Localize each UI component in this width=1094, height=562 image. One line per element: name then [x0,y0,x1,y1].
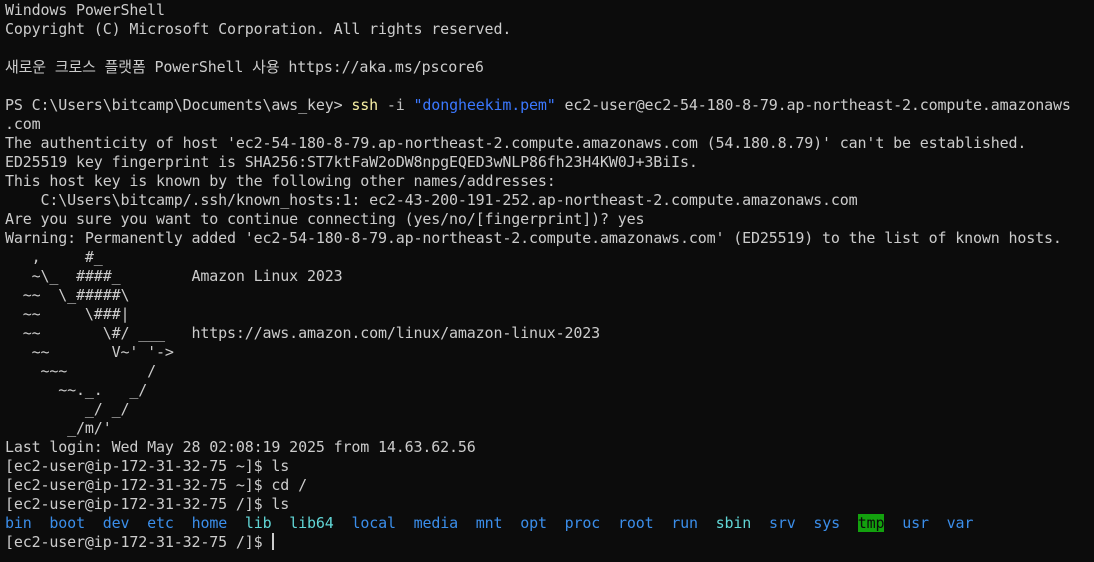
ls-entry-opt: opt [520,514,547,532]
ls-output-line: bin boot dev etc home lib lib64 local me… [5,514,1094,533]
ls-entry-lib: lib [244,514,272,532]
ls-entry-srv: srv [768,514,796,532]
ls-separator [502,514,520,532]
terminal-line-pscore-notice: 새로운 크로스 플랫폼 PowerShell 사용 https://aka.ms… [5,58,484,76]
ascii-art-line: ~~ \###| [5,305,130,323]
terminal-line-ls-root: [ec2-user@ip-172-31-32-75 /]$ ls [5,495,290,513]
ls-entry-local: local [351,514,396,532]
ls-separator [334,514,352,532]
ls-separator [929,514,947,532]
ls-separator [227,514,245,532]
ascii-art-line: ~~~ / [5,362,157,380]
ls-separator [840,514,858,532]
ls-entry-lib64: lib64 [289,514,334,532]
ascii-art-line: _/ _/ [5,400,130,418]
ascii-art-line: , #_ [5,248,103,266]
bash-prompt: [ec2-user@ip-172-31-32-75 /]$ [5,533,272,551]
terminal-line-known-names: This host key is known by the following … [5,172,556,190]
ls-entry-run: run [671,514,698,532]
ls-entry-sys: sys [813,514,841,532]
ascii-art-line: ~~._. _/ [5,381,148,399]
ascii-art-line: ~~ V~' '-> [5,343,174,361]
terminal-line-cd-root: [ec2-user@ip-172-31-32-75 ~]$ cd / [5,476,307,494]
ssh-target: ec2-user@ec2-54-180-8-79.ap-northeast-2.… [555,96,1071,114]
ascii-art-line: ~\_ ####_ Amazon Linux 2023 [5,267,343,285]
ls-separator [751,514,769,532]
terminal-line-ssh-command: PS C:\Users\bitcamp\Documents\aws_key> s… [5,96,1094,115]
terminal-line-current-prompt[interactable]: [ec2-user@ip-172-31-32-75 /]$ [5,533,1094,552]
terminal-window[interactable]: Windows PowerShell Copyright (C) Microso… [0,0,1094,562]
ssh-key-file: "dongheekim.pem" [413,96,556,114]
terminal-line-known-hosts: C:\Users\bitcamp/.ssh/known_hosts:1: ec2… [5,191,858,209]
ls-separator [547,514,565,532]
ls-entry-usr: usr [902,514,929,532]
ascii-art-line: ~~ \#/ ___ https://aws.amazon.com/linux/… [5,324,601,342]
ssh-command: ssh [351,96,379,114]
terminal-line-title: Windows PowerShell [5,1,165,19]
terminal-line-fingerprint: ED25519 key fingerprint is SHA256:ST7ktF… [5,153,698,171]
ls-entry-bin: bin [5,514,32,532]
ascii-art-line: _/m/' [5,419,112,437]
ls-entry-proc: proc [564,514,601,532]
ls-entry-root: root [617,514,654,532]
ls-separator [272,514,290,532]
terminal-line-authenticity: The authenticity of host 'ec2-54-180-8-7… [5,134,1027,152]
ascii-art-line: ~~ \_#####\ [5,286,130,304]
ls-separator [129,514,147,532]
ls-separator [653,514,671,532]
text-cursor [272,533,275,550]
ls-separator [396,514,414,532]
ls-separator [884,514,902,532]
terminal-line-ssh-command-wrap: .com [5,115,41,133]
ls-separator [174,514,192,532]
ls-entry-sbin: sbin [715,514,752,532]
terminal-line-copyright: Copyright (C) Microsoft Corporation. All… [5,20,512,38]
ls-separator [600,514,618,532]
terminal-line-warning: Warning: Permanently added 'ec2-54-180-8… [5,229,1062,247]
ls-separator [796,514,814,532]
terminal-line-last-login: Last login: Wed May 28 02:08:19 2025 fro… [5,438,476,456]
ls-entry-home: home [191,514,228,532]
ps-prompt: PS C:\Users\bitcamp\Documents\aws_key> [5,96,352,114]
ls-separator [698,514,716,532]
ls-entry-boot: boot [49,514,85,532]
terminal-line-ls-home: [ec2-user@ip-172-31-32-75 ~]$ ls [5,457,290,475]
ls-entry-etc: etc [147,514,174,532]
ls-separator [458,514,476,532]
ssh-flag: -i [378,96,414,114]
ls-separator [32,514,50,532]
ls-entry-mnt: mnt [475,514,503,532]
ls-entry-dev: dev [102,514,130,532]
ls-entry-tmp: tmp [857,514,885,532]
ls-entry-media: media [413,514,459,532]
ls-entry-var: var [946,514,974,532]
terminal-line-confirm: Are you sure you want to continue connec… [5,210,645,228]
ls-separator [85,514,103,532]
